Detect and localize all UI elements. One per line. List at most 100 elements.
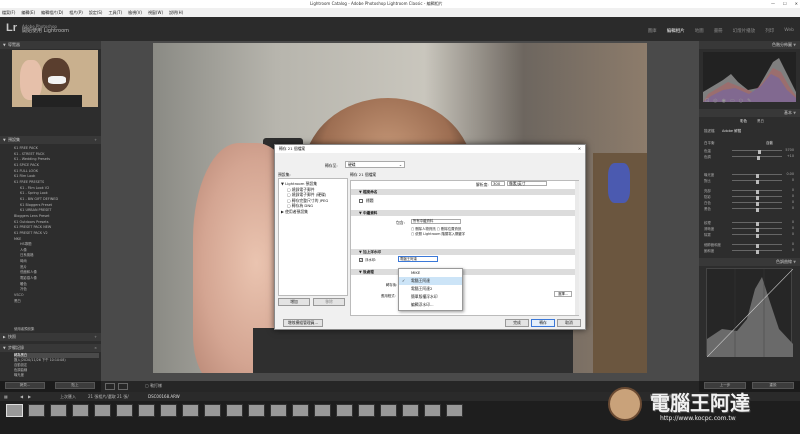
slider-track[interactable] [732, 190, 782, 194]
slider-track[interactable] [732, 228, 782, 232]
navigator-thumbnail[interactable] [12, 50, 98, 107]
film-thumbnail[interactable] [72, 404, 89, 417]
film-thumbnail[interactable] [160, 404, 177, 417]
slider-knob[interactable] [755, 234, 759, 238]
slider-track[interactable] [732, 150, 782, 154]
module-print[interactable]: 列印 [765, 28, 774, 34]
module-develop[interactable]: 編輯相片 [667, 28, 685, 34]
basic-header[interactable]: 基本 ▼ [699, 109, 800, 117]
film-thumbnail[interactable] [116, 404, 133, 417]
film-thumbnail[interactable] [182, 404, 199, 417]
slider-track[interactable] [732, 180, 782, 184]
film-thumbnail[interactable] [6, 404, 23, 417]
wb-select[interactable]: 自動 [766, 141, 773, 146]
graduated-filter-icon[interactable]: ▭ [730, 98, 735, 104]
slider-tint[interactable]: 色調 +10 [704, 154, 794, 160]
clear-history-icon[interactable]: × [94, 344, 97, 352]
dropdown-item[interactable]: 電腦王阿達2 [399, 285, 462, 293]
copy-button[interactable]: 拷貝... [5, 382, 45, 389]
maximize-icon[interactable]: ☐ [783, 0, 787, 8]
checkbox-keyword-hierarchy[interactable]: ▢ 依照 Lightroom 階層寫入關鍵字 [411, 232, 465, 237]
slider-knob[interactable] [755, 180, 759, 184]
close-icon[interactable]: ✕ [578, 145, 581, 153]
dropdown-item[interactable]: 簡單版權浮水印 [399, 293, 462, 301]
slider-temp[interactable]: 色溫 5700 [704, 148, 794, 154]
film-thumbnail[interactable] [424, 404, 441, 417]
back-icon[interactable]: ◀ [20, 392, 23, 401]
module-slideshow[interactable]: 幻燈片播放 [733, 28, 756, 34]
film-thumbnail[interactable] [204, 404, 221, 417]
radial-filter-icon[interactable]: ○ [739, 98, 743, 104]
plugin-manager-button[interactable]: 增效模組管理員... [283, 319, 323, 327]
menu-file[interactable]: 檔案(F) [2, 8, 15, 17]
slider-value[interactable]: 0.00 [786, 172, 794, 176]
film-thumbnail[interactable] [270, 404, 287, 417]
film-thumbnail[interactable] [402, 404, 419, 417]
forward-icon[interactable]: ▶ [28, 392, 31, 401]
slider-value[interactable]: 0 [792, 232, 794, 236]
dropdown-item-selected[interactable]: ✓ 電腦王阿達 [399, 277, 462, 285]
softproof-checkbox[interactable]: ▢ 軟打樣 [145, 383, 162, 389]
presets-header[interactable]: ▼ 預設集 + [0, 136, 101, 144]
film-thumbnail[interactable] [358, 404, 375, 417]
slider-track[interactable] [732, 250, 782, 254]
done-button[interactable]: 完成 [505, 319, 529, 327]
slider-blacks[interactable]: 黑色 0 [704, 206, 794, 212]
slider-value[interactable]: 0 [792, 220, 794, 224]
dropdown-item[interactable]: 編輯浮水印... [399, 301, 462, 309]
tone-curve-header[interactable]: 色調曲線 ▼ [699, 258, 800, 266]
checkbox[interactable] [359, 199, 363, 203]
tone-curve-graph[interactable] [706, 268, 794, 358]
resolution-unit-select[interactable]: 像素/英寸 [507, 181, 547, 186]
film-thumbnail[interactable] [314, 404, 331, 417]
resolution-input[interactable]: 300 [491, 181, 505, 186]
slider-exposure[interactable]: 曝光度 0.00 [704, 172, 794, 178]
grid-icon[interactable]: ▦ [4, 392, 8, 401]
watermark-select[interactable]: 電腦王阿達 [398, 256, 438, 262]
menu-edit[interactable]: 編輯(E) [21, 8, 35, 17]
settings-scrollbar[interactable] [575, 181, 579, 315]
slider-value[interactable]: 0 [792, 226, 794, 230]
brush-icon[interactable]: ✎ [747, 98, 751, 104]
film-thumbnail[interactable] [28, 404, 45, 417]
film-thumbnail[interactable] [248, 404, 265, 417]
module-library[interactable]: 圖庫 [648, 28, 657, 34]
film-thumbnail[interactable] [226, 404, 243, 417]
slider-track[interactable] [732, 222, 782, 226]
section-post-processing[interactable]: ▼ 後處理 [351, 269, 579, 275]
histogram[interactable] [703, 52, 796, 102]
slider-value[interactable]: 0 [792, 188, 794, 192]
menu-develop[interactable]: 編輯相片(D) [41, 8, 63, 17]
film-thumbnail[interactable] [336, 404, 353, 417]
menu-help[interactable]: 說明(H) [169, 8, 183, 17]
cancel-button[interactable]: 取消 [557, 319, 581, 327]
treatment-color[interactable]: 彩色 [740, 119, 747, 124]
slider-shadows[interactable]: 陰影 0 [704, 194, 794, 200]
slider-track[interactable] [732, 208, 782, 212]
slider-value[interactable]: 5700 [785, 148, 794, 152]
navigator-header[interactable]: ▼ 導覽器 [0, 41, 101, 49]
menu-photo[interactable]: 相片(P) [69, 8, 83, 17]
source-label[interactable]: 上次匯入 [60, 392, 76, 401]
slider-track[interactable] [732, 174, 782, 178]
module-web[interactable]: Web [784, 28, 794, 34]
slider-value[interactable]: 0 [792, 194, 794, 198]
slider-knob[interactable] [755, 250, 759, 254]
add-snapshot-icon[interactable]: + [94, 333, 97, 341]
list-item[interactable]: 黑白 [14, 299, 99, 305]
treatment-bw[interactable]: 黑白 [757, 119, 764, 124]
slider-track[interactable] [732, 244, 782, 248]
loupe-view-icon[interactable] [105, 383, 115, 390]
paste-button[interactable]: 貼上 [55, 382, 95, 389]
section-watermark[interactable]: ▼ 加上浮水印 [351, 249, 579, 255]
slider-value[interactable]: 0 [792, 206, 794, 210]
tree-item[interactable]: ▶ 使用者預設集 [281, 209, 345, 215]
red-eye-icon[interactable]: ◉ [722, 98, 726, 104]
film-thumbnail[interactable] [94, 404, 111, 417]
menu-settings[interactable]: 設定(S) [89, 8, 103, 17]
slider-dehaze[interactable]: 除霧 0 [704, 232, 794, 238]
export-to-select[interactable]: 硬碟 ⌄ [345, 161, 405, 168]
snapshots-header[interactable]: ▶ 快照 + [0, 333, 101, 341]
menu-tools[interactable]: 工具(T) [109, 8, 123, 17]
slider-track[interactable] [732, 156, 782, 160]
